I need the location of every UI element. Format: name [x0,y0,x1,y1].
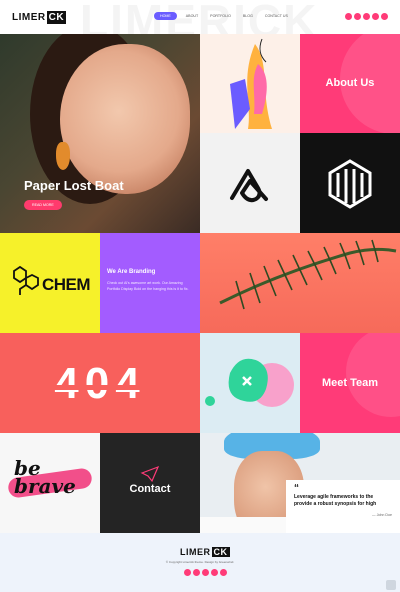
decorative-circle [346,333,400,417]
branding-text: Check out Al’s awesome art work. Our Ama… [107,281,189,291]
dribbble-icon[interactable] [372,13,379,20]
twitter-icon[interactable] [354,13,361,20]
footer-social [184,569,227,576]
portfolio-item-chem[interactable]: CHEM [0,233,100,333]
nav-item-contact[interactable]: CONTACT US [262,12,291,20]
scroll-to-top-button[interactable] [386,580,396,590]
about-us-label: About Us [325,77,375,89]
logo-text: LIMER [12,12,46,23]
behance-icon[interactable] [220,569,227,576]
hero-title: Paper Lost Boat [24,178,124,193]
facebook-icon[interactable] [345,13,352,20]
footer-logo-text: LIMER [180,547,211,557]
testimonial-text: Leverage agile frameworks to the provide… [294,494,377,507]
dribbble-icon[interactable] [211,569,218,576]
abstract-art-icon [230,38,272,129]
footer-logo[interactable]: LIMER CK [180,547,230,557]
quote-mark-icon: “ [294,483,299,494]
nav-item-home[interactable]: HOME [154,12,177,20]
hero-face [60,44,190,194]
branding-title: We Are Branding [107,269,156,275]
twitter-icon[interactable] [193,569,200,576]
error-404-text: 404 [54,359,146,408]
contact-tile[interactable]: Contact [100,433,200,533]
shirt [200,517,290,533]
paper-plane-icon [140,465,160,483]
knot-logo-icon [230,169,268,203]
instagram-icon[interactable] [202,569,209,576]
read-more-button[interactable]: READ MORE [24,200,62,210]
hero-tile[interactable]: Paper Lost Boat READ MORE [0,34,200,233]
error-404-tile[interactable]: 404 [0,333,200,433]
hero-earring [56,142,70,170]
portfolio-item-be-brave[interactable]: be brave [0,433,100,533]
site-logo[interactable]: LIMER CK [12,11,67,24]
be-brave-text: be brave [14,456,76,498]
meet-team-label: Meet Team [321,377,379,389]
testimonial-card: “ Leverage agile frameworks to the provi… [286,480,400,533]
plant-branch-icon [219,239,397,310]
hexagon-logo-icon [328,159,372,209]
error-404-mask [0,385,200,390]
meet-team-tile[interactable]: Meet Team [300,333,400,433]
footer: LIMER CK © Copyright Limerick theme. Des… [0,533,400,592]
header: LIMERICK LIMER CK HOME ABOUT PORTFOLIO B… [0,0,400,47]
about-us-tile[interactable]: About Us [300,34,400,133]
header-social [345,13,388,20]
behance-icon[interactable] [381,13,388,20]
blob-art-icon [205,358,294,407]
instagram-icon[interactable] [363,13,370,20]
chem-logo-text: CHEM [42,275,91,294]
portfolio-item-logo-b[interactable] [300,133,400,233]
branding-tile[interactable]: We Are Branding Check out Al’s awesome a… [100,233,200,333]
contact-label: Contact [129,483,171,495]
page: LIMERICK LIMER CK HOME ABOUT PORTFOLIO B… [0,0,400,592]
portfolio-item-blob[interactable] [200,333,300,433]
testimonial-author: — John Doe [372,513,392,517]
portfolio-item-logo-a[interactable] [200,133,300,233]
portfolio-item-abstract-art[interactable] [200,34,300,133]
main-nav: HOME ABOUT PORTFOLIO BLOG CONTACT US [154,12,291,20]
nav-item-blog[interactable]: BLOG [240,12,256,20]
footer-logo-box-text: CK [211,547,230,557]
nav-item-about[interactable]: ABOUT [183,12,201,20]
portfolio-item-plant[interactable] [200,233,400,333]
copyright-text: © Copyright Limerick theme. Design by Gr… [165,560,235,564]
logo-box-text: CK [46,11,67,24]
nav-item-portfolio[interactable]: PORTFOLIO [207,12,234,20]
facebook-icon[interactable] [184,569,191,576]
